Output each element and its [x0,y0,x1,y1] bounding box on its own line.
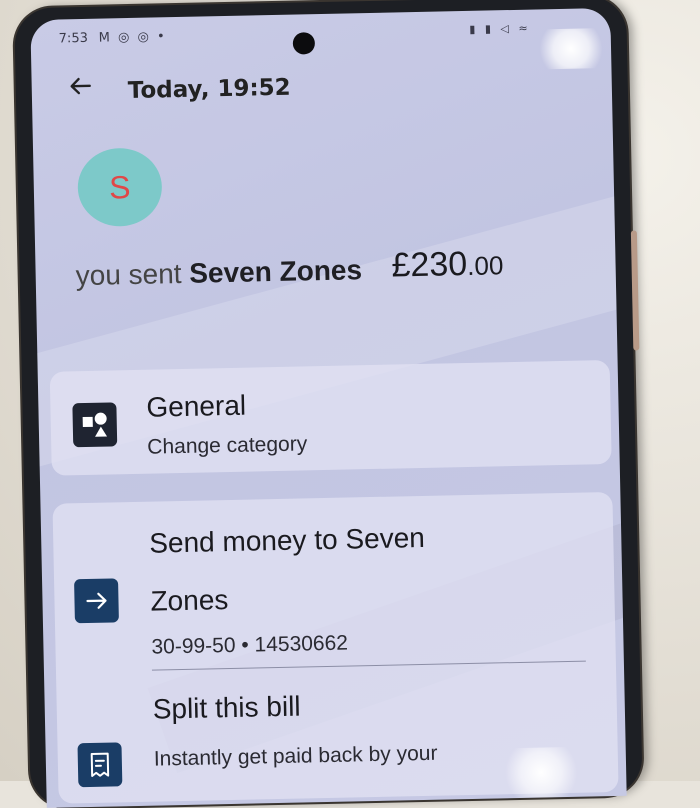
divider [151,660,586,671]
avatar: S [77,147,163,228]
category-card[interactable]: General Change category [49,360,612,476]
status-time: 7:53 [58,30,89,47]
light-flare [530,27,612,70]
category-title: General [146,389,247,423]
split-bill-row[interactable]: Split this bill Instantly get paid back … [52,492,612,788]
avatar-letter: S [108,168,131,205]
page-title: Today, 19:52 [127,74,291,105]
account-details: 30-99-50 • 14530662 [151,631,349,659]
system-icons: ▮ ▮ ◁ ≈ [469,21,531,36]
top-app-bar: Today, 19:52 [69,64,592,111]
light-flare-bottom [495,746,587,799]
amount-minor: .00 [466,250,504,281]
front-camera [292,32,316,55]
send-money-title-line1: Send money to Seven [148,521,426,559]
amount-major: £230 [391,244,468,285]
payee-name: Seven Zones [188,254,363,289]
split-bill-subtitle: Instantly get paid back by your [153,741,438,771]
phone-device: 7:53 M ◎ ◎ • ▮ ▮ ◁ ≈ Today, 19:52 S you … [14,0,643,808]
transaction-prefix: you sent [75,257,182,292]
send-money-title-line2: Zones [150,584,229,617]
status-bar: 7:53 M ◎ ◎ • ▮ ▮ ◁ ≈ [59,21,581,52]
transaction-description: you sent Seven Zones [75,249,366,297]
receipt-icon [77,742,123,788]
arrow-left-icon[interactable] [69,75,92,103]
transaction-amount: £230.00 [391,244,504,285]
phone-screen: 7:53 M ◎ ◎ • ▮ ▮ ◁ ≈ Today, 19:52 S you … [30,7,627,808]
change-category-link[interactable]: Change category [147,432,307,459]
send-money-row[interactable]: Send money to Seven Zones 30-99-50 • 145… [52,492,612,659]
split-bill-title: Split this bill [152,690,301,725]
arrow-right-icon [74,578,119,624]
notification-icons: M ◎ ◎ • [98,29,167,46]
shapes-icon [72,402,118,448]
